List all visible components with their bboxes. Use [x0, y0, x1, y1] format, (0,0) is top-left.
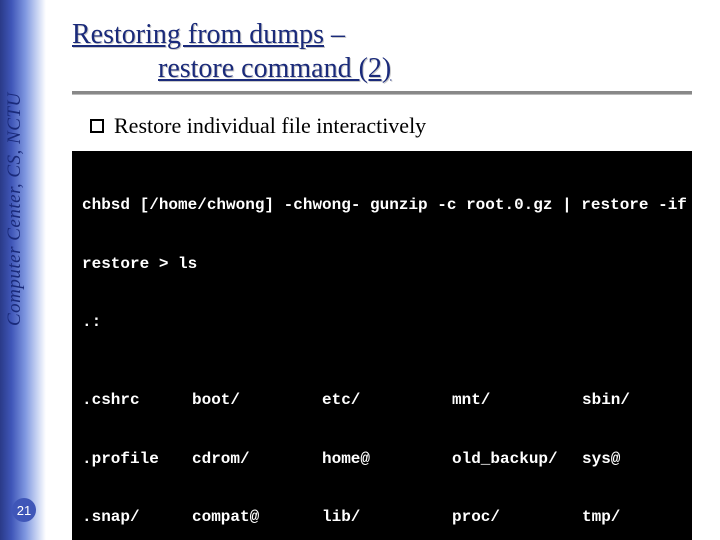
listing-cell: sys@ [582, 450, 682, 470]
listing-cell: home@ [322, 450, 452, 470]
square-bullet-icon [90, 119, 104, 133]
slide: Computer Center, CS, NCTU 21 Restoring f… [0, 0, 720, 540]
listing-cell: .profile [82, 450, 192, 470]
bullet-item: Restore individual file interactively [90, 113, 700, 139]
organization-label: Computer Center, CS, NCTU [4, 6, 42, 326]
listing-cell: sbin/ [582, 391, 682, 411]
title-dash: – [324, 19, 345, 50]
listing-cell: proc/ [452, 508, 582, 528]
listing-cell: mnt/ [452, 391, 582, 411]
bullet-text: Restore individual file interactively [114, 113, 426, 139]
listing-cell: .cshrc [82, 391, 192, 411]
terminal-prompt-ls: restore > ls [82, 255, 682, 275]
listing-cell: lib/ [322, 508, 452, 528]
terminal-dotline: .: [82, 313, 682, 333]
listing-cell: etc/ [322, 391, 452, 411]
listing-cell: cdrom/ [192, 450, 322, 470]
slide-title: Restoring from dumps – restore command (… [72, 18, 700, 85]
terminal-command-line: chbsd [/home/chwong] -chwong- gunzip -c … [82, 196, 682, 216]
left-rail: Computer Center, CS, NCTU 21 [0, 0, 46, 540]
listing-row: .profile cdrom/ home@ old_backup/ sys@ [82, 450, 682, 470]
title-underline-rule [72, 91, 692, 95]
listing-cell: compat@ [192, 508, 322, 528]
page-number-badge: 21 [12, 498, 36, 522]
listing-row: .cshrc boot/ etc/ mnt/ sbin/ [82, 391, 682, 411]
listing-cell: boot/ [192, 391, 322, 411]
listing-cell: .snap/ [82, 508, 192, 528]
title-line1: Restoring from dumps [72, 19, 324, 50]
listing-cell: tmp/ [582, 508, 682, 528]
listing-row: .snap/ compat@ lib/ proc/ tmp/ [82, 508, 682, 528]
title-line2: restore command (2) [158, 53, 391, 84]
terminal-block: chbsd [/home/chwong] -chwong- gunzip -c … [72, 151, 692, 540]
content-area: Restoring from dumps – restore command (… [72, 18, 700, 540]
listing-cell: old_backup/ [452, 450, 582, 470]
